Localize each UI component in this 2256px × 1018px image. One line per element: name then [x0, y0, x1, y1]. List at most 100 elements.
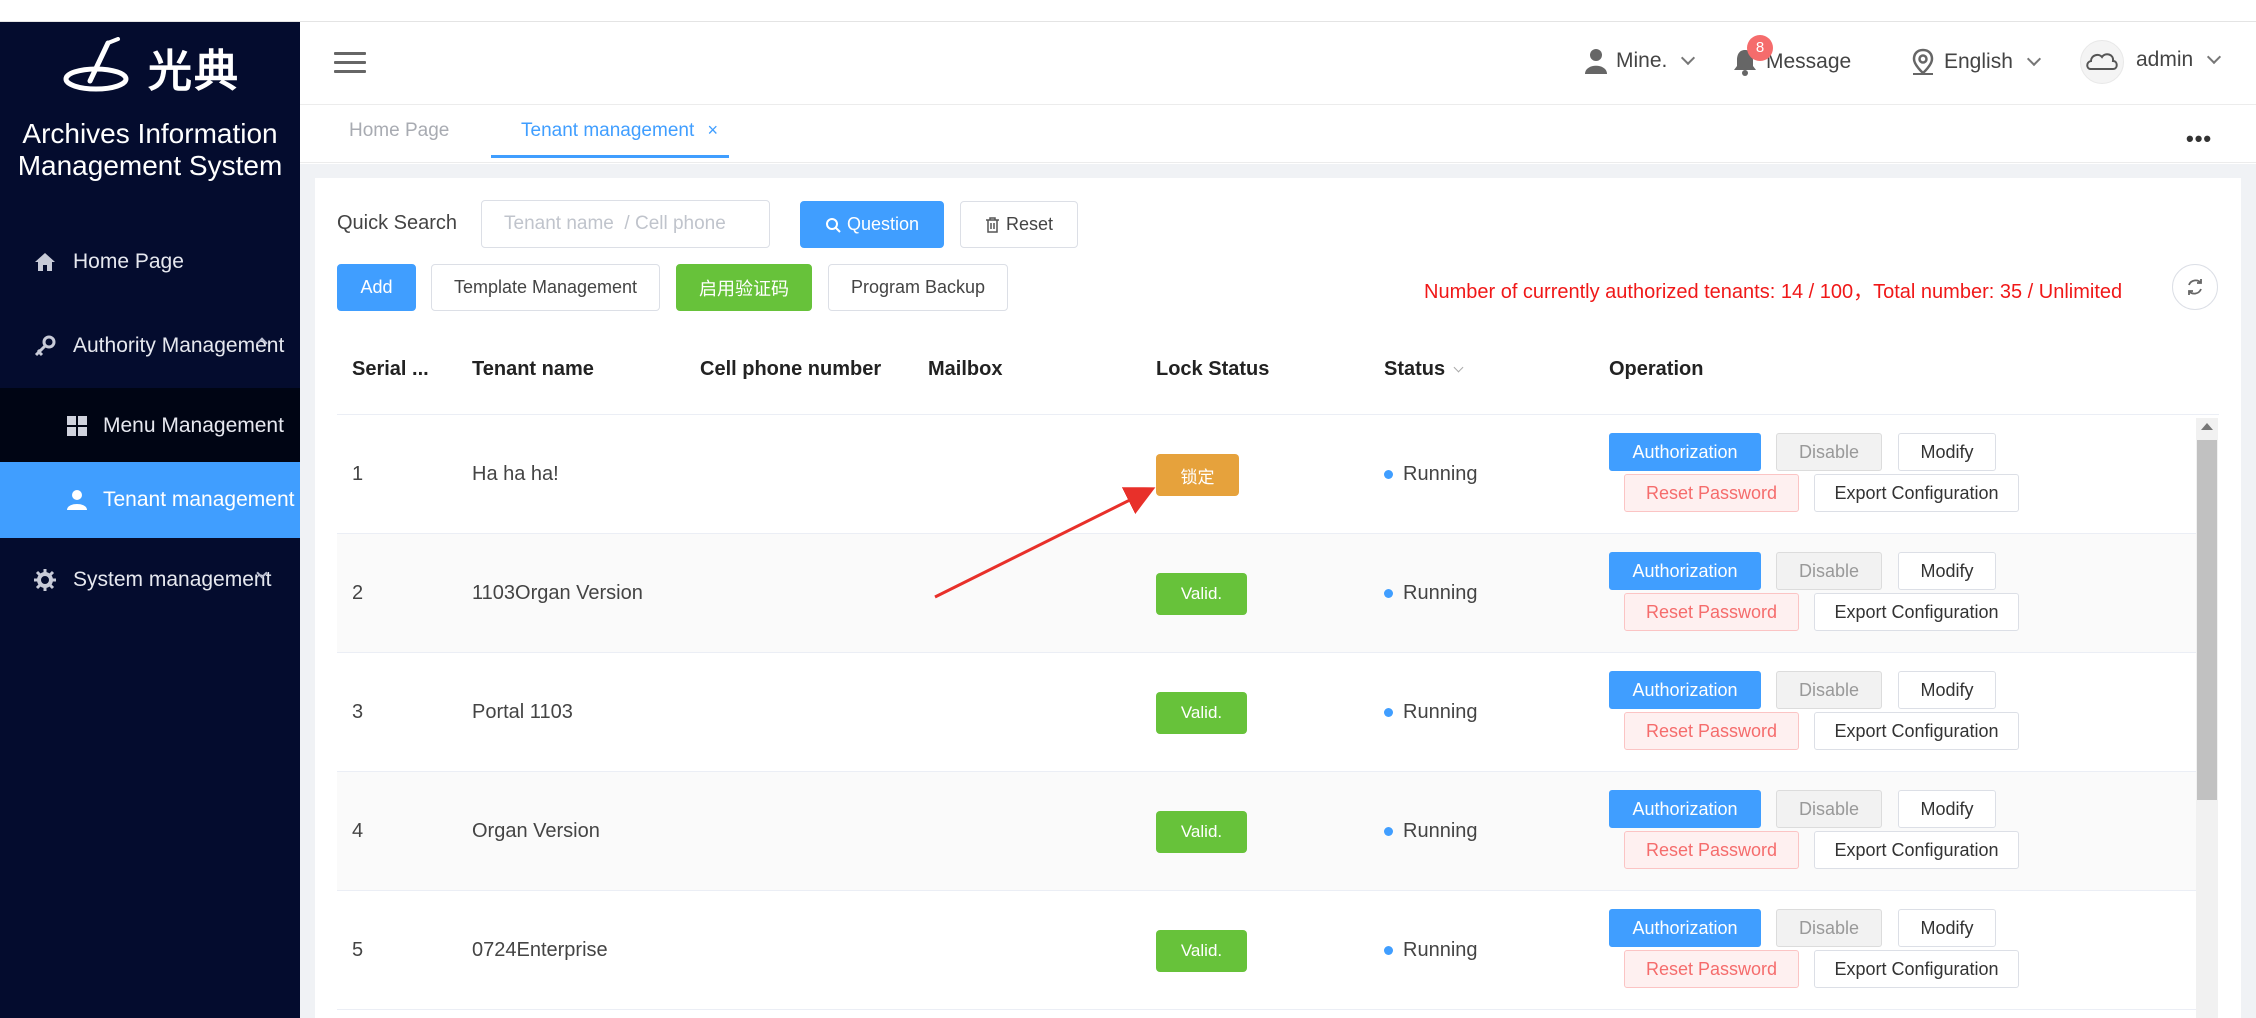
user-icon [67, 490, 87, 510]
cell-serial: 5 [352, 939, 364, 961]
more-icon[interactable]: ••• [2186, 126, 2212, 152]
lock-status-tag: 锁定 [1156, 454, 1239, 496]
sidebar-item-authority[interactable]: Authority Management [0, 308, 300, 384]
col-lock-status: Lock Status [1156, 358, 1270, 380]
refresh-icon [2188, 279, 2202, 295]
export-configuration-button[interactable]: Export Configuration [1814, 831, 2019, 869]
cell-tenant-name: 1103Organ Version [472, 582, 643, 604]
cell-status: Running [1403, 463, 1478, 485]
key-icon [34, 335, 56, 357]
sidebar-item-system-management[interactable]: System management [0, 542, 300, 618]
cell-status: Running [1403, 582, 1478, 604]
language-selector[interactable]: English [1910, 48, 2041, 76]
browser-bookmark-strip [0, 0, 2256, 22]
scrollbar-thumb[interactable] [2197, 440, 2217, 800]
refresh-button[interactable] [2172, 264, 2218, 310]
cell-serial: 4 [352, 820, 364, 842]
system-title: Archives Information Management System [17, 118, 283, 181]
cell-serial: 1 [352, 463, 364, 485]
authorization-button[interactable]: Authorization [1609, 552, 1761, 590]
cell-serial: 3 [352, 701, 364, 723]
message-count-badge: 8 [1747, 35, 1773, 61]
col-operation: Operation [1609, 358, 1704, 380]
scroll-up-arrow-icon[interactable] [2201, 423, 2213, 430]
table-row: 3 Portal 1103 Valid. Running Authorization Di… [337, 653, 2199, 772]
lock-status-tag: Valid. [1156, 692, 1247, 734]
lock-status-tag: Valid. [1156, 573, 1247, 615]
authorization-button[interactable]: Authorization [1609, 909, 1761, 947]
chevron-down-icon [2207, 49, 2222, 65]
modify-button[interactable]: Modify [1898, 790, 1996, 828]
modify-button[interactable]: Modify [1898, 552, 1996, 590]
logo-mark-icon [63, 37, 129, 92]
location-icon [1912, 48, 1934, 75]
sidebar-item-tenant-management[interactable]: Tenant management [0, 462, 300, 538]
reset-button[interactable]: Reset [960, 201, 1078, 248]
disable-button[interactable]: Disable [1776, 552, 1882, 590]
modify-button[interactable]: Modify [1898, 433, 1996, 471]
cell-status: Running [1403, 939, 1478, 961]
status-dot [1384, 708, 1393, 717]
export-configuration-button[interactable]: Export Configuration [1814, 950, 2019, 988]
admin-menu[interactable]: admin [2136, 48, 2222, 72]
cloud-icon [2086, 53, 2118, 70]
template-management-button[interactable]: Template Management [431, 264, 660, 311]
authorized-tenants-info: Number of currently authorized tenants: … [1424, 281, 2123, 303]
col-tenant-name: Tenant name [472, 358, 594, 380]
tab-home-page[interactable]: Home Page [349, 120, 449, 142]
modify-button[interactable]: Modify [1898, 909, 1996, 947]
authorization-button[interactable]: Authorization [1609, 671, 1761, 709]
disable-button[interactable]: Disable [1776, 909, 1882, 947]
search-icon [825, 217, 841, 233]
disable-button[interactable]: Disable [1776, 433, 1882, 471]
col-serial: Serial ... [352, 358, 429, 380]
user-menu[interactable]: Mine. [1584, 48, 1696, 74]
tab-tenant-management[interactable]: Tenant management × [521, 120, 718, 142]
program-backup-button[interactable]: Program Backup [828, 264, 1008, 311]
reset-password-button[interactable]: Reset Password [1624, 712, 1799, 750]
menu-toggle-icon[interactable] [334, 52, 366, 76]
logo-text: 光典 [148, 46, 240, 97]
export-configuration-button[interactable]: Export Configuration [1814, 712, 2019, 750]
reset-password-button[interactable]: Reset Password [1624, 474, 1799, 512]
status-dot [1384, 589, 1393, 598]
modify-button[interactable]: Modify [1898, 671, 1996, 709]
authorization-button[interactable]: Authorization [1609, 433, 1761, 471]
enable-captcha-button[interactable]: 启用验证码 [676, 264, 812, 311]
cell-tenant-name: Ha ha ha! [472, 463, 559, 485]
cell-tenant-name: Portal 1103 [472, 701, 573, 723]
cell-status: Running [1403, 701, 1478, 723]
person-icon [1585, 49, 1607, 74]
sidebar-item-home[interactable]: Home Page [0, 224, 300, 300]
status-dot [1384, 827, 1393, 836]
home-icon [35, 253, 55, 271]
cell-tenant-name: Organ Version [472, 820, 600, 842]
add-button[interactable]: Add [337, 264, 416, 311]
trash-icon [985, 216, 999, 233]
close-icon[interactable]: × [708, 120, 719, 140]
status-dot [1384, 470, 1393, 479]
table-row: 4 Organ Version Valid. Running Authorization… [337, 772, 2199, 891]
disable-button[interactable]: Disable [1776, 671, 1882, 709]
reset-password-button[interactable]: Reset Password [1624, 950, 1799, 988]
export-configuration-button[interactable]: Export Configuration [1814, 474, 2019, 512]
search-input[interactable] [481, 200, 770, 248]
avatar[interactable] [2080, 40, 2124, 84]
col-mailbox: Mailbox [928, 358, 1003, 380]
export-configuration-button[interactable]: Export Configuration [1814, 593, 2019, 631]
gear-icon [34, 569, 56, 591]
grid-icon [67, 416, 87, 436]
authorization-button[interactable]: Authorization [1609, 790, 1761, 828]
cell-status: Running [1403, 820, 1478, 842]
cell-tenant-name: 0724Enterprise [472, 939, 608, 961]
disable-button[interactable]: Disable [1776, 790, 1882, 828]
reset-password-button[interactable]: Reset Password [1624, 593, 1799, 631]
table-row: 5 0724Enterprise Valid. Running Authorizatio… [337, 891, 2199, 1010]
logo: 光典 [0, 22, 300, 112]
filter-chevron-icon[interactable] [1453, 362, 1464, 373]
reset-password-button[interactable]: Reset Password [1624, 831, 1799, 869]
sidebar-item-menu-management[interactable]: Menu Management [0, 388, 300, 464]
col-status[interactable]: Status [1384, 358, 1464, 381]
chevron-down-icon [2026, 51, 2041, 67]
question-button[interactable]: Question [800, 201, 944, 248]
